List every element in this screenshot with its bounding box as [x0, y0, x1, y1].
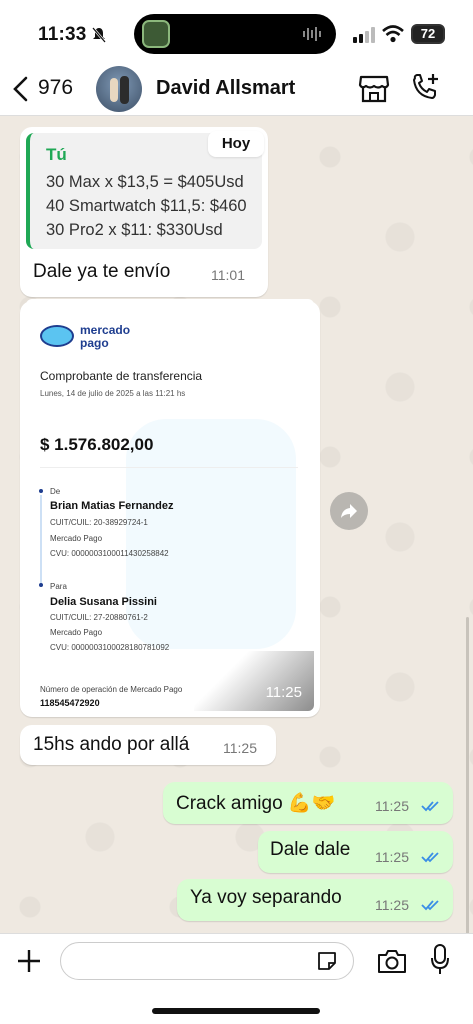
from-cuit: CUIT/CUIL: 20-38929724-1: [50, 518, 148, 527]
wifi-icon: [382, 25, 404, 43]
message-text: 15hs ando por allá: [33, 734, 190, 755]
avatar-figure: [110, 78, 118, 102]
dynamic-island: [134, 14, 336, 54]
message-text: Ya voy separando: [190, 887, 342, 908]
message-time: 11:25: [375, 849, 409, 865]
from-name: Brian Matias Fernandez: [50, 500, 174, 512]
from-label: De: [50, 487, 61, 496]
to-cvu: CVU: 0000003100028180781092: [50, 643, 170, 652]
message-time: 11:25: [375, 798, 409, 814]
message-text: Dale dale: [270, 839, 351, 860]
back-icon[interactable]: [12, 76, 30, 102]
home-indicator[interactable]: [152, 1008, 320, 1014]
timeline-line: [40, 495, 42, 587]
store-icon[interactable]: [358, 74, 390, 104]
message-time: 11:25: [265, 684, 302, 701]
message-time: 11:01: [211, 267, 245, 283]
chat-area[interactable]: Tú 30 Max x $13,5 = $405Usd 40 Smartwatc…: [0, 117, 473, 933]
operation-number: 118545472920: [40, 698, 100, 708]
composer-bar: [0, 933, 473, 1024]
message-input[interactable]: [60, 942, 354, 980]
quote-author: Tú: [46, 145, 67, 164]
message-bubble-incoming[interactable]: 15hs ando por allá 11:25: [20, 725, 276, 765]
forward-icon: [341, 504, 357, 518]
message-bubble-outgoing[interactable]: Ya voy separando 11:25: [177, 879, 453, 921]
receipt-title: Comprobante de transferencia: [40, 369, 203, 383]
quote-line: 30 Pro2 x $11: $330Usd: [46, 221, 223, 239]
sticker-icon[interactable]: [316, 950, 338, 972]
unread-count[interactable]: 976: [38, 76, 73, 100]
battery-indicator: 72: [411, 24, 445, 44]
operation-label: Número de operación de Mercado Pago: [40, 685, 183, 694]
read-tick-icon: [421, 900, 439, 911]
camera-icon[interactable]: [377, 948, 407, 974]
quote-line: 40 Smartwatch $11,5: $460: [46, 197, 247, 215]
status-time: 11:33: [38, 24, 87, 45]
divider: [40, 467, 298, 468]
audio-wave-icon: [303, 27, 321, 41]
message-text: Crack amigo 💪🤝: [176, 793, 336, 814]
brand-name: pago: [80, 336, 109, 350]
status-bar: 11:33 72: [0, 0, 473, 64]
receipt-date: Lunes, 14 de julio de 2025 a las 11:21 h…: [40, 389, 186, 398]
scrollbar[interactable]: [466, 617, 469, 933]
contact-name[interactable]: David Allsmart: [156, 77, 295, 100]
message-time: 11:25: [223, 740, 257, 756]
read-tick-icon: [421, 801, 439, 812]
message-time: 11:25: [375, 897, 409, 913]
island-app-icon: [142, 20, 170, 48]
receipt-amount: $ 1.576.802,00: [40, 435, 154, 454]
quote-line: 30 Max x $13,5 = $405Usd: [46, 173, 244, 191]
avatar-figure: [120, 76, 129, 104]
transfer-receipt-image[interactable]: mercado pago Comprobante de transferenci…: [26, 299, 314, 711]
message-text: Dale ya te envío: [33, 261, 171, 282]
forward-button[interactable]: [330, 492, 368, 530]
plus-icon[interactable]: [16, 948, 42, 974]
to-name: Delia Susana Pissini: [50, 596, 157, 608]
mic-icon[interactable]: [430, 944, 450, 976]
bell-muted-icon: [92, 27, 106, 43]
read-tick-icon: [421, 852, 439, 863]
brand-name: mercado: [80, 323, 131, 337]
to-label: Para: [50, 582, 67, 591]
date-pill: Hoy: [208, 131, 264, 157]
message-bubble-outgoing[interactable]: Crack amigo 💪🤝 11:25: [163, 782, 453, 824]
to-bank: Mercado Pago: [50, 628, 103, 637]
image-time-shade: [194, 651, 314, 711]
mercado-pago-logo-icon: [40, 325, 74, 347]
call-add-icon[interactable]: [410, 72, 440, 102]
timeline-dot: [39, 583, 43, 587]
timeline-dot: [39, 489, 43, 493]
from-cvu: CVU: 0000003100011430258842: [50, 549, 169, 558]
chat-header: 976 David Allsmart: [0, 64, 473, 116]
message-bubble-outgoing[interactable]: Dale dale 11:25: [258, 831, 453, 873]
from-bank: Mercado Pago: [50, 534, 103, 543]
signal-icon: [353, 27, 375, 43]
to-cuit: CUIT/CUIL: 27-20880761-2: [50, 613, 148, 622]
avatar[interactable]: [96, 66, 142, 112]
